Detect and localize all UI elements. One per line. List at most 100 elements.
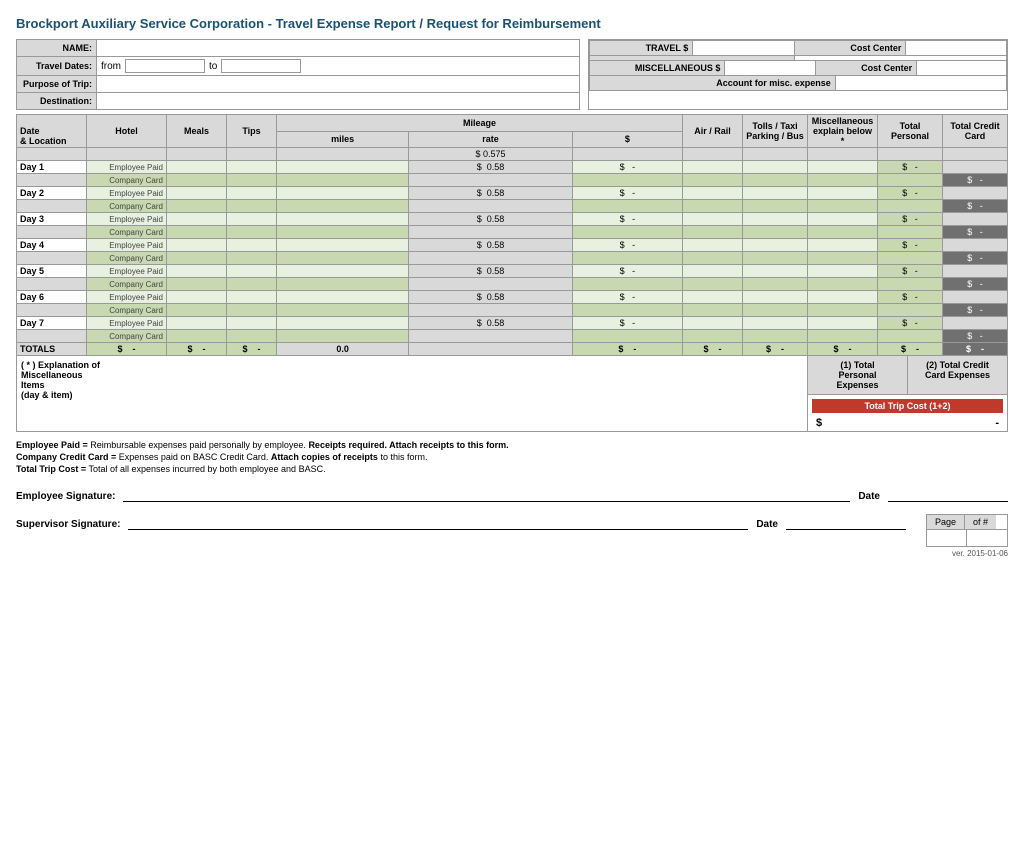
day-6-emp-cell-0	[167, 291, 227, 304]
totals-label: TOTALS	[17, 343, 87, 356]
day-4-emp-label: Employee Paid	[87, 239, 167, 252]
to-date-input[interactable]	[221, 59, 301, 73]
totals-meals: $ -	[167, 343, 227, 356]
day-3-emp-dollar: $ -	[572, 213, 682, 226]
day-4-comp-dollar	[572, 252, 682, 265]
day-2-comp-label: Company Card	[87, 200, 167, 213]
sup-date-label: Date	[756, 519, 778, 530]
day-6-emp-miles	[277, 291, 409, 304]
day-2-emp-cell-1	[227, 187, 277, 200]
tips-rate-cell	[227, 148, 277, 161]
header-tips: Tips	[227, 115, 277, 148]
day-5-comp-cell-1	[227, 278, 277, 291]
day-5-emp-label: Employee Paid	[87, 265, 167, 278]
day-6-emp-label: Employee Paid	[87, 291, 167, 304]
total-trip-legend-text: Total of all expenses incurred by both e…	[88, 464, 325, 474]
miles-rate-cell	[277, 148, 409, 161]
day-7-comp-cell-1	[227, 330, 277, 343]
misc-dollar-value	[724, 61, 815, 76]
purpose-row: Purpose of Trip:	[17, 76, 579, 93]
day-6-comp-credit: $ -	[943, 304, 1008, 317]
day-2-comp-dollar	[572, 200, 682, 213]
day-2-comp-personal	[878, 200, 943, 213]
day-1-emp-total-credit	[943, 161, 1008, 174]
day-5-comp-personal	[878, 278, 943, 291]
emp-sig-label: Employee Signature:	[16, 491, 115, 502]
day-7-company-row: Company Card$ -	[17, 330, 1008, 343]
name-input[interactable]	[101, 42, 575, 52]
day-4-label: Day 4	[17, 239, 87, 252]
totals-tolls: $ -	[743, 343, 808, 356]
day-2-label-row: Day 2Employee Paid$ 0.58$ -$ -	[17, 187, 1008, 200]
day-4-comp-cell-1	[227, 252, 277, 265]
total-trip-amount: -	[822, 417, 999, 429]
day-1-comp-miles	[277, 174, 409, 187]
day-1-label-row: Day 1Employee Paid$ 0.58$ -$ -	[17, 161, 1008, 174]
day-6-comp-miles	[277, 304, 409, 317]
day-1-emp-total-personal: $ -	[878, 161, 943, 174]
day-1-comp-cell-1	[227, 174, 277, 187]
header-mileage: Mileage	[277, 115, 683, 132]
day-1-emp-cell-0	[167, 161, 227, 174]
day-1-label: Day 1	[17, 161, 87, 174]
header-air-rail: Air / Rail	[683, 115, 743, 148]
day-4-company-row: Company Card$ -	[17, 252, 1008, 265]
mileage-rate-label-cell	[17, 148, 87, 161]
day-3-comp-rate	[409, 226, 572, 239]
day-1-emp-cell-1	[227, 161, 277, 174]
day-3-emp-label: Employee Paid	[87, 213, 167, 226]
day-4-comp-personal	[878, 252, 943, 265]
day-5-emp-cell-1	[227, 265, 277, 278]
day-3-label-row: Day 3Employee Paid$ 0.58$ -$ -	[17, 213, 1008, 226]
misc-dollar-label: MISCELLANEOUS $	[589, 61, 724, 76]
day-1-comp-extra-0	[683, 174, 743, 187]
day-5-emp-extra-2	[808, 265, 878, 278]
purpose-input[interactable]	[101, 78, 575, 88]
day-1-comp-credit: $ -	[943, 174, 1008, 187]
day-6-emp-cell-1	[227, 291, 277, 304]
day-5-comp-extra-2	[808, 278, 878, 291]
day-5-emp-rate: $ 0.58	[409, 265, 572, 278]
day-3-comp-miles	[277, 226, 409, 239]
company-card-legend-label: Company Credit Card =	[16, 452, 116, 462]
day-4-comp-extra-0	[683, 252, 743, 265]
day-5-emp-cell-0	[167, 265, 227, 278]
day-6-emp-dollar: $ -	[572, 291, 682, 304]
totals-row: TOTALS $ - $ - $ - 0.0 $ - $ - $ - $ - $…	[17, 343, 1008, 356]
explanation-title: ( * ) Explanation ofMiscellaneousItems(d…	[21, 360, 803, 400]
day-7-comp-rate	[409, 330, 572, 343]
day-3-label: Day 3	[17, 213, 87, 226]
day-7-emp-total-credit	[943, 317, 1008, 330]
top-left-form: NAME: Travel Dates: from to Purpose of T…	[16, 39, 580, 110]
day-7-emp-cell-0	[167, 317, 227, 330]
day-6-comp-label: Company Card	[87, 304, 167, 317]
destination-input[interactable]	[101, 95, 575, 105]
cost-center-value2	[916, 61, 1007, 76]
day-2-comp-extra-1	[743, 200, 808, 213]
legend-section: Employee Paid = Reimbursable expenses pa…	[16, 440, 1008, 474]
day-1-emp-extra-1	[743, 161, 808, 174]
day-3-emp-miles	[277, 213, 409, 226]
emp-sig-row: Employee Signature: Date	[16, 486, 1008, 502]
account-misc-value	[835, 76, 1007, 91]
day-6-comp-cell-1	[227, 304, 277, 317]
tolls-rate-cell	[743, 148, 808, 161]
day-7-emp-rate: $ 0.58	[409, 317, 572, 330]
header-meals: Meals	[167, 115, 227, 148]
day-7-emp-label: Employee Paid	[87, 317, 167, 330]
dollar-prefix: $	[475, 149, 480, 159]
emp-paid-legend-label: Employee Paid =	[16, 440, 88, 450]
totals-mileage-dollar: $ -	[572, 343, 682, 356]
day-1-comp-dollar	[572, 174, 682, 187]
mileage-dollar-cell	[572, 148, 682, 161]
travel-dollar-value	[692, 40, 794, 56]
header-miles: miles	[277, 131, 409, 148]
day-1-emp-label: Employee Paid	[87, 161, 167, 174]
from-date-input[interactable]	[125, 59, 205, 73]
day-5-emp-total-credit	[943, 265, 1008, 278]
totals-tips: $ -	[227, 343, 277, 356]
header-tolls: Tolls / TaxiParking / Bus	[743, 115, 808, 148]
day-4-comp-rate	[409, 252, 572, 265]
day-2-comp-credit: $ -	[943, 200, 1008, 213]
total-trip-legend-label: Total Trip Cost =	[16, 464, 86, 474]
